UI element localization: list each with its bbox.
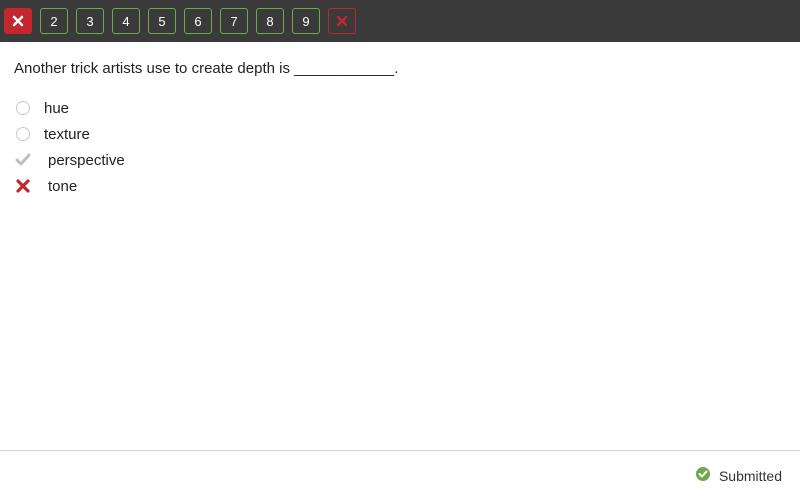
nav-item-label: 8 [266,14,273,29]
footer-bar: Submitted [0,450,800,500]
option-3[interactable]: perspective [14,151,786,169]
option-4[interactable]: tone [14,177,786,195]
nav-item-3[interactable]: 3 [76,8,104,34]
radio-empty-icon [14,125,32,143]
nav-item-2[interactable]: 2 [40,8,68,34]
nav-item-label: 2 [50,14,57,29]
nav-item-10[interactable] [328,8,356,34]
options-list: hue texture perspective tone [14,99,786,195]
check-icon [14,151,32,169]
option-label: hue [44,100,69,117]
option-2[interactable]: texture [14,125,786,143]
nav-item-label: 5 [158,14,165,29]
option-label: perspective [44,152,125,169]
x-icon [336,15,348,27]
nav-item-label: 3 [86,14,93,29]
question-navbar: 2 3 4 5 6 7 8 9 [0,0,800,42]
nav-item-9[interactable]: 9 [292,8,320,34]
nav-item-label: 9 [302,14,309,29]
nav-item-5[interactable]: 5 [148,8,176,34]
nav-item-8[interactable]: 8 [256,8,284,34]
option-label: tone [44,178,77,195]
option-label: texture [44,126,90,143]
success-icon [695,466,711,485]
nav-item-4[interactable]: 4 [112,8,140,34]
status-label: Submitted [719,468,782,484]
nav-item-6[interactable]: 6 [184,8,212,34]
nav-item-label: 4 [122,14,129,29]
radio-empty-icon [14,99,32,117]
x-icon [12,15,24,27]
nav-item-label: 6 [194,14,201,29]
nav-item-7[interactable]: 7 [220,8,248,34]
nav-item-label: 7 [230,14,237,29]
nav-item-1[interactable] [4,8,32,34]
x-icon [14,177,32,195]
question-content: Another trick artists use to create dept… [0,42,800,450]
option-1[interactable]: hue [14,99,786,117]
question-text: Another trick artists use to create dept… [14,60,786,77]
